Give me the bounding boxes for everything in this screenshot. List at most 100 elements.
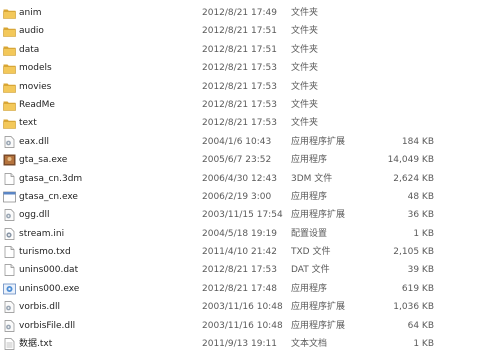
file-row[interactable]: gtasa_cn.exe 2006/2/19 3:00 应用程序 48 KB bbox=[0, 188, 500, 206]
file-name[interactable]: ogg.dll bbox=[19, 206, 194, 224]
file-row[interactable]: 数据.txt 2011/9/13 19:11 文本文档 1 KB bbox=[0, 335, 500, 353]
file-row[interactable]: vorbis.dll 2003/11/16 10:48 应用程序扩展 1,036 KB bbox=[0, 298, 500, 316]
dll-icon bbox=[3, 209, 16, 222]
file-date: 2011/4/10 21:42 bbox=[202, 247, 277, 258]
file-size bbox=[364, 78, 434, 96]
file-type: 文件夹 bbox=[291, 81, 319, 92]
file-size: 1,036 KB bbox=[393, 302, 434, 313]
file-row[interactable]: audio 2012/8/21 17:51 文件夹 bbox=[0, 22, 500, 40]
file-row[interactable]: movies 2012/8/21 17:53 文件夹 bbox=[0, 78, 500, 96]
file-date: 2012/8/21 17:49 bbox=[202, 8, 277, 18]
file-type: 文件夹 bbox=[291, 63, 319, 74]
file-type: 文件夹 bbox=[291, 26, 319, 37]
file-type: 应用程序 bbox=[291, 283, 328, 294]
exe-icon bbox=[3, 191, 16, 203]
file-date: 2012/8/21 17:53 bbox=[202, 265, 277, 276]
file-date: 2012/8/21 17:53 bbox=[202, 81, 277, 92]
file-name[interactable]: stream.ini bbox=[19, 225, 194, 243]
file-name[interactable]: turismo.txd bbox=[19, 243, 194, 261]
folder-icon bbox=[3, 7, 16, 19]
file-type: 应用程序 bbox=[291, 155, 328, 166]
file-type: 应用程序扩展 bbox=[291, 302, 346, 313]
file-date: 2012/8/21 17:51 bbox=[202, 26, 277, 37]
file-name[interactable]: vorbisFile.dll bbox=[19, 317, 194, 335]
file-size bbox=[364, 41, 434, 59]
file-date: 2012/8/21 17:48 bbox=[202, 283, 277, 294]
dll-icon bbox=[3, 135, 16, 148]
file-row[interactable]: anim 2012/8/21 17:49 文件夹 bbox=[0, 4, 500, 22]
file-icon-cell bbox=[3, 41, 17, 59]
file-name[interactable]: models bbox=[19, 59, 194, 77]
file-icon-cell bbox=[3, 188, 17, 206]
file-size: 14,049 KB bbox=[387, 155, 434, 166]
file-date: 2003/11/15 17:54 bbox=[202, 210, 283, 221]
file-row[interactable]: models 2012/8/21 17:53 文件夹 bbox=[0, 59, 500, 77]
file-icon-cell bbox=[3, 243, 17, 261]
file-icon-cell bbox=[3, 96, 17, 114]
file-icon-cell bbox=[3, 206, 17, 224]
file-name[interactable]: movies bbox=[19, 78, 194, 96]
file-name[interactable]: eax.dll bbox=[19, 133, 194, 151]
file-row[interactable]: ogg.dll 2003/11/15 17:54 应用程序扩展 36 KB bbox=[0, 206, 500, 224]
file-icon-cell bbox=[3, 280, 17, 298]
file-name[interactable]: 数据.txt bbox=[19, 335, 194, 353]
file-type: 应用程序扩展 bbox=[291, 320, 346, 331]
file-date: 2012/8/21 17:53 bbox=[202, 63, 277, 74]
file-row[interactable]: unins000.exe 2012/8/21 17:48 应用程序 619 KB bbox=[0, 280, 500, 298]
file-icon-cell bbox=[3, 170, 17, 188]
file-row[interactable]: turismo.txd 2011/4/10 21:42 TXD 文件 2,105 KB bbox=[0, 243, 500, 261]
file-icon-cell bbox=[3, 151, 17, 169]
file-name[interactable]: gtasa_cn.3dm bbox=[19, 170, 194, 188]
folder-icon bbox=[3, 99, 16, 111]
file-size: 2,105 KB bbox=[393, 247, 434, 258]
file-row[interactable]: stream.ini 2004/5/18 19:19 配置设置 1 KB bbox=[0, 225, 500, 243]
game-exe-icon bbox=[3, 154, 16, 166]
file-icon bbox=[3, 246, 16, 258]
file-icon-cell bbox=[3, 298, 17, 316]
file-row[interactable]: ReadMe 2012/8/21 17:53 文件夹 bbox=[0, 96, 500, 114]
file-size bbox=[364, 4, 434, 22]
file-row[interactable]: text 2012/8/21 17:53 文件夹 bbox=[0, 114, 500, 132]
file-size bbox=[364, 96, 434, 114]
file-name[interactable]: audio bbox=[19, 22, 194, 40]
file-size: 1 KB bbox=[413, 339, 434, 350]
file-size: 36 KB bbox=[407, 210, 434, 221]
file-icon-cell bbox=[3, 317, 17, 335]
file-row[interactable]: gtasa_cn.3dm 2006/4/30 12:43 3DM 文件 2,624 K… bbox=[0, 170, 500, 188]
file-icon-cell bbox=[3, 59, 17, 77]
file-size bbox=[364, 22, 434, 40]
file-icon-cell bbox=[3, 4, 17, 22]
file-date: 2004/1/6 10:43 bbox=[202, 136, 272, 147]
file-size: 1 KB bbox=[413, 228, 434, 239]
file-type: DAT 文件 bbox=[291, 265, 330, 276]
file-name[interactable]: gta_sa.exe bbox=[19, 151, 194, 169]
file-date: 2003/11/16 10:48 bbox=[202, 320, 283, 331]
file-row[interactable]: data 2012/8/21 17:51 文件夹 bbox=[0, 41, 500, 59]
file-name[interactable]: anim bbox=[19, 4, 194, 22]
file-date: 2006/4/30 12:43 bbox=[202, 173, 277, 184]
file-name[interactable]: ReadMe bbox=[19, 96, 194, 114]
file-name[interactable]: gtasa_cn.exe bbox=[19, 188, 194, 206]
dll-icon bbox=[3, 319, 16, 332]
file-type: 配置设置 bbox=[291, 228, 328, 239]
file-date: 2004/5/18 19:19 bbox=[202, 228, 277, 239]
file-size: 48 KB bbox=[407, 191, 434, 202]
ini-icon bbox=[3, 227, 16, 240]
file-date: 2011/9/13 19:11 bbox=[202, 339, 277, 350]
file-type: 文件夹 bbox=[291, 8, 319, 18]
file-icon bbox=[3, 264, 16, 277]
file-name[interactable]: unins000.exe bbox=[19, 280, 194, 298]
file-row[interactable]: unins000.dat 2012/8/21 17:53 DAT 文件 39 KB bbox=[0, 261, 500, 279]
folder-icon bbox=[3, 62, 16, 74]
file-type: TXD 文件 bbox=[291, 247, 331, 258]
file-row[interactable]: gta_sa.exe 2005/6/7 23:52 应用程序 14,049 KB bbox=[0, 151, 500, 169]
file-name[interactable]: data bbox=[19, 41, 194, 59]
file-name[interactable]: text bbox=[19, 114, 194, 132]
file-name[interactable]: vorbis.dll bbox=[19, 298, 194, 316]
file-icon-cell bbox=[3, 22, 17, 40]
file-row[interactable]: vorbisFile.dll 2003/11/16 10:48 应用程序扩展 64 K… bbox=[0, 317, 500, 335]
file-name[interactable]: unins000.dat bbox=[19, 261, 194, 279]
file-type: 应用程序扩展 bbox=[291, 210, 346, 221]
file-type: 文件夹 bbox=[291, 99, 319, 110]
file-row[interactable]: eax.dll 2004/1/6 10:43 应用程序扩展 184 KB bbox=[0, 133, 500, 151]
